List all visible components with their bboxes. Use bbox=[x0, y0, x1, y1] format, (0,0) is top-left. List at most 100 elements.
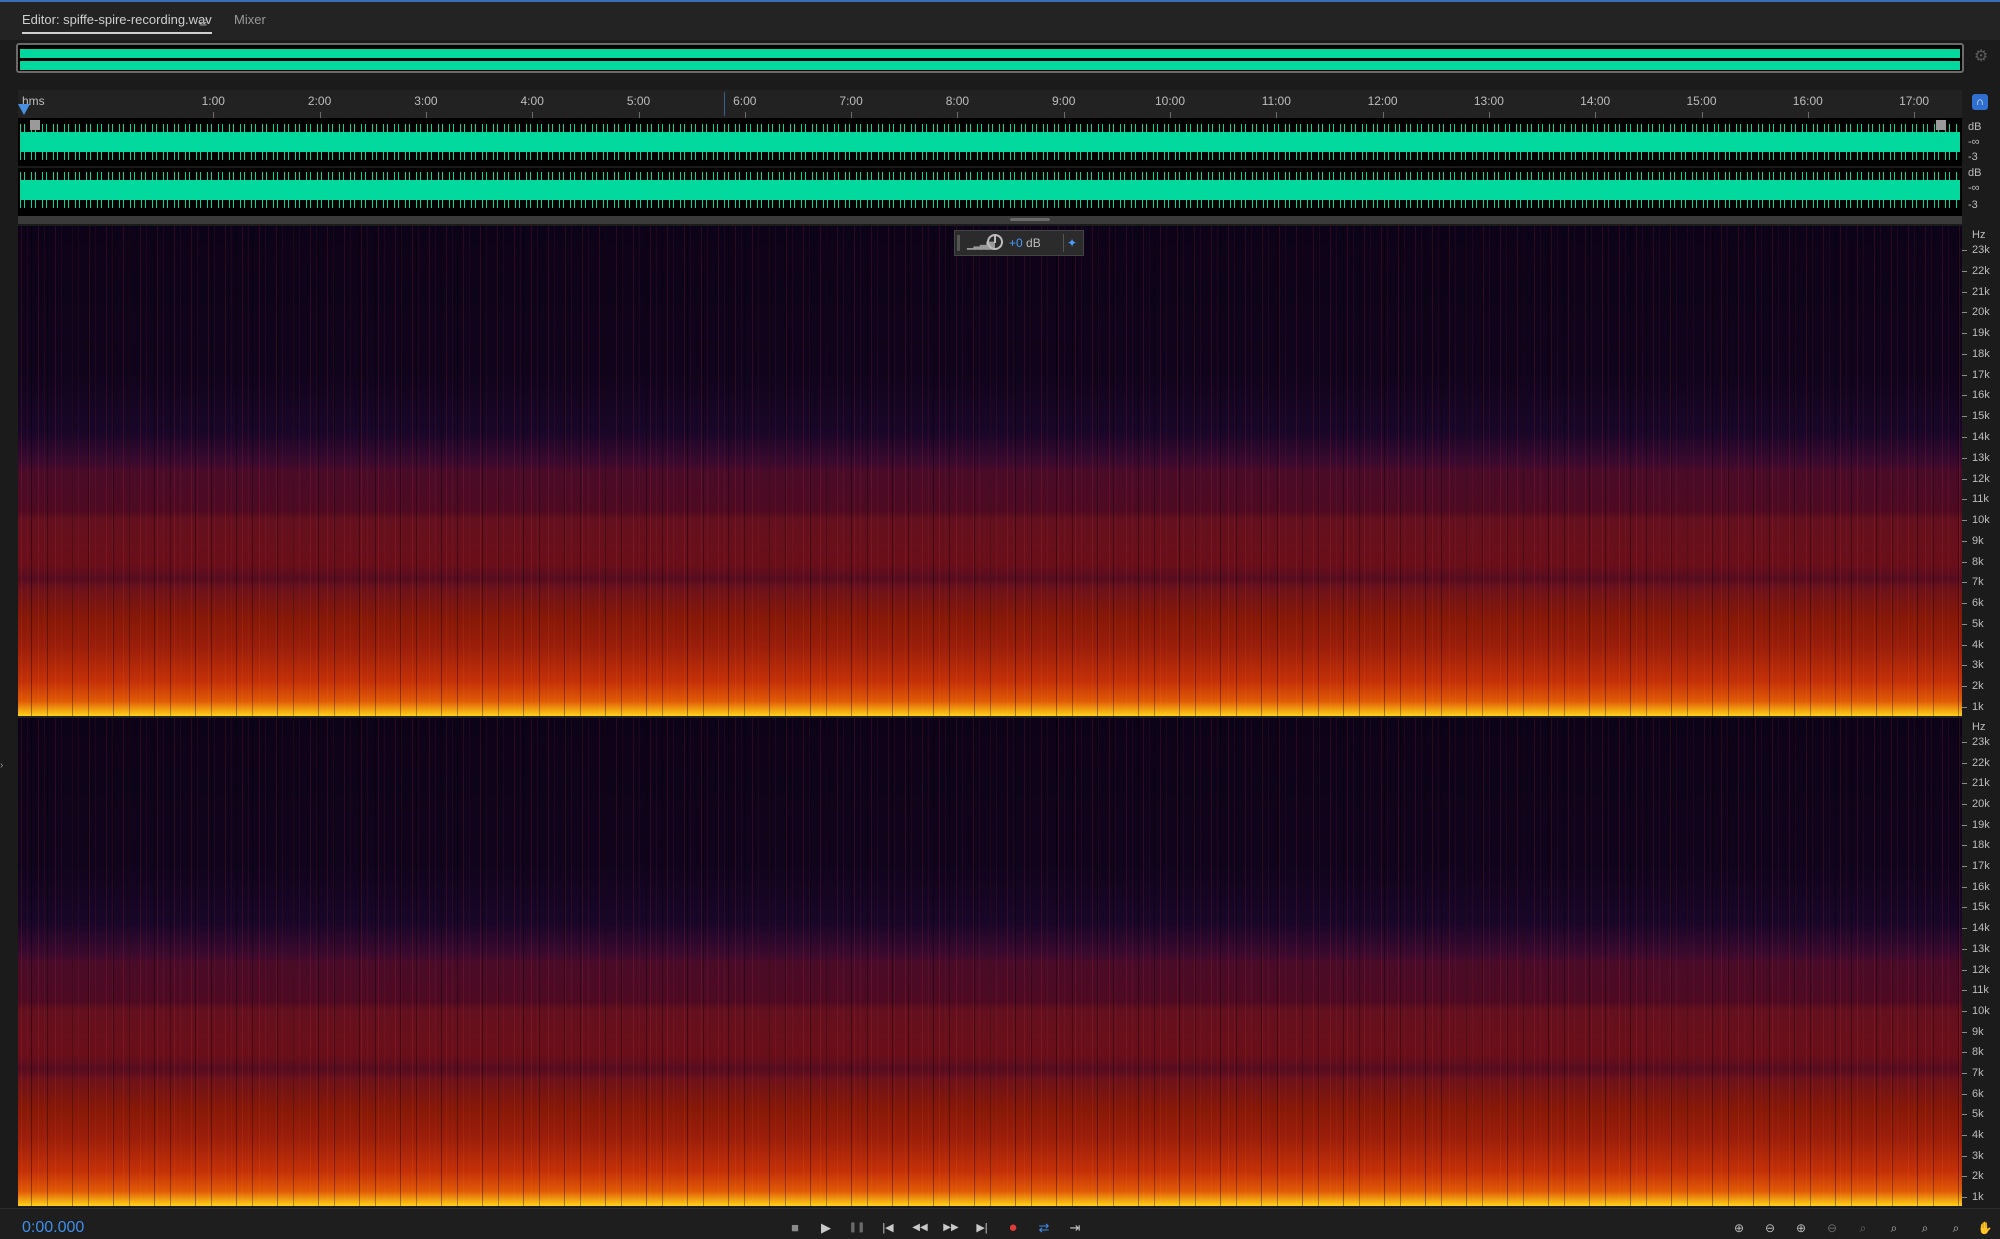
hz-tick bbox=[1962, 707, 1967, 708]
db-unit-label: dB bbox=[1968, 121, 1982, 133]
spectral-display-left[interactable] bbox=[18, 226, 1962, 716]
zoom-in-point-icon[interactable]: ⌕ bbox=[1914, 1219, 1936, 1237]
hz-tick bbox=[1962, 1072, 1967, 1074]
hz-tick bbox=[1962, 686, 1967, 688]
ruler-tick-label: 9:00 bbox=[1052, 94, 1076, 108]
panel-tab-bar: Editor: spiffe-spire-recording.wav ≡ Mix… bbox=[0, 0, 2000, 40]
volume-value[interactable]: +0 dB bbox=[1009, 236, 1041, 250]
db-minus3-label: -3 bbox=[1968, 199, 1978, 211]
hz-tick-label: 15k bbox=[1972, 901, 1990, 914]
ruler-tick-label: 6:00 bbox=[733, 94, 757, 108]
hz-tick-label: 12k bbox=[1972, 472, 1990, 485]
hz-tick bbox=[1962, 886, 1967, 888]
hz-tick-label: 20k bbox=[1972, 306, 1990, 319]
zoom-navigator-icon[interactable]: ⚙ bbox=[1972, 48, 1990, 66]
splitter-grip[interactable] bbox=[1010, 218, 1050, 221]
zoom-out-amplitude-icon[interactable]: ⊖ bbox=[1759, 1219, 1781, 1237]
zoom-out-point-icon[interactable]: ⌕ bbox=[1945, 1219, 1967, 1237]
hand-tool-icon[interactable]: ✋ bbox=[1974, 1219, 1996, 1237]
hz-tick bbox=[1962, 416, 1967, 418]
hz-scale-left: Hz 23k 22k 21k 20k 19k 18k 17k 16k 15k 14k 13k 12k 11… bbox=[1962, 226, 1998, 716]
hz-tick-label: 9k bbox=[1972, 534, 1984, 547]
fast-forward-button[interactable]: ▶▶ bbox=[939, 1219, 963, 1237]
hz-tick-label: 19k bbox=[1972, 818, 1990, 831]
collapse-panel-icon[interactable]: › bbox=[0, 760, 3, 771]
snap-icon[interactable]: ∩ bbox=[1972, 94, 1988, 110]
hz-tick-label: 14k bbox=[1972, 922, 1990, 935]
hz-tick bbox=[1962, 478, 1967, 480]
tab-mixer[interactable]: Mixer bbox=[234, 12, 266, 27]
record-button[interactable]: ● bbox=[1001, 1219, 1025, 1237]
loop-playback-button[interactable]: ⇄ bbox=[1032, 1219, 1056, 1237]
hz-tick-label: 3k bbox=[1972, 659, 1984, 672]
hz-tick-label: 17k bbox=[1972, 860, 1990, 873]
volume-knob[interactable] bbox=[987, 234, 1003, 250]
pause-button[interactable]: ❚❚ bbox=[845, 1219, 869, 1237]
ruler-tick-label: 1:00 bbox=[201, 94, 225, 108]
stop-button[interactable]: ■ bbox=[783, 1219, 807, 1237]
ruler-tick-label: 2:00 bbox=[307, 94, 332, 108]
current-time-marker bbox=[724, 92, 725, 116]
hz-tick-label: 11k bbox=[1972, 984, 1989, 997]
hz-tick bbox=[1962, 1197, 1967, 1198]
amplitude-hud[interactable]: ▁▂▃▅ +0 dB ✦ bbox=[954, 230, 1084, 256]
ruler-tick-label: 10:00 bbox=[1154, 94, 1186, 108]
hz-tick-label: 23k bbox=[1972, 244, 1990, 256]
ruler-tick-label: 8:00 bbox=[945, 94, 970, 108]
ruler-tick-label: 7:00 bbox=[839, 94, 863, 108]
hz-tick-label: 17k bbox=[1972, 368, 1990, 381]
hz-tick-label: 4k bbox=[1972, 1128, 1984, 1141]
fade-in-handle[interactable] bbox=[30, 120, 40, 130]
zoom-navigator-overview[interactable] bbox=[16, 43, 1964, 73]
hz-unit-label: Hz bbox=[1972, 229, 1986, 241]
zoom-full-icon[interactable]: ⌕ bbox=[1852, 1219, 1874, 1237]
timeline-ruler[interactable]: hms 1:00 2:00 3:00 4:00 5:00 6:00 7:00 8:00 9:00… bbox=[18, 90, 1962, 118]
hz-tick bbox=[1962, 270, 1967, 272]
hz-tick bbox=[1962, 948, 1967, 950]
hz-tick-label: 12k bbox=[1972, 963, 1990, 976]
skip-selection-button[interactable]: ⇥ bbox=[1063, 1219, 1087, 1237]
waveform-spectral-splitter[interactable] bbox=[18, 216, 1962, 224]
zoom-in-amplitude-icon[interactable]: ⊕ bbox=[1728, 1219, 1750, 1237]
go-to-end-button[interactable]: ▶| bbox=[970, 1219, 994, 1237]
hz-tick-label: 2k bbox=[1972, 1170, 1984, 1183]
pin-icon[interactable]: ✦ bbox=[1063, 234, 1080, 252]
zoom-selection-icon[interactable]: ⌕ bbox=[1883, 1219, 1905, 1237]
hz-tick-label: 23k bbox=[1972, 736, 1990, 748]
hz-tick-label: 11k bbox=[1972, 493, 1989, 506]
hz-tick-label: 19k bbox=[1972, 327, 1990, 340]
hz-tick bbox=[1962, 1052, 1967, 1054]
fade-out-handle[interactable] bbox=[1936, 120, 1946, 130]
time-display[interactable]: 0:00.000 bbox=[22, 1219, 84, 1237]
ruler-tick-label: 15:00 bbox=[1686, 94, 1717, 108]
hz-tick bbox=[1962, 1155, 1967, 1157]
hz-tick bbox=[1962, 250, 1967, 251]
hz-tick-label: 22k bbox=[1972, 756, 1990, 769]
hz-tick bbox=[1962, 623, 1967, 625]
tab-menu-icon[interactable]: ≡ bbox=[199, 14, 207, 30]
hz-tick-label: 6k bbox=[1972, 1087, 1984, 1100]
hz-tick bbox=[1962, 1176, 1967, 1178]
ruler-tick-label: 5:00 bbox=[626, 94, 651, 108]
hz-tick bbox=[1962, 804, 1967, 806]
ruler-tick-label: 11:00 bbox=[1261, 94, 1291, 108]
rewind-button[interactable]: ◀◀ bbox=[908, 1219, 932, 1237]
hz-tick bbox=[1962, 1134, 1967, 1136]
go-to-start-button[interactable]: |◀ bbox=[876, 1219, 900, 1237]
hz-tick-label: 5k bbox=[1972, 617, 1984, 630]
hz-tick bbox=[1962, 990, 1967, 992]
hz-tick bbox=[1962, 742, 1967, 743]
hz-tick-label: 14k bbox=[1972, 430, 1990, 443]
hz-tick bbox=[1962, 603, 1967, 605]
play-button[interactable]: ▶ bbox=[814, 1219, 838, 1237]
zoom-in-time-icon[interactable]: ⊕ bbox=[1790, 1219, 1812, 1237]
spectral-display-right[interactable] bbox=[18, 718, 1962, 1206]
hz-tick-label: 8k bbox=[1972, 555, 1984, 568]
playhead-handle[interactable] bbox=[18, 104, 30, 115]
hz-tick-label: 4k bbox=[1972, 638, 1984, 651]
hz-tick-label: 10k bbox=[1972, 1004, 1990, 1017]
hz-tick-label: 21k bbox=[1972, 285, 1990, 298]
zoom-out-time-icon[interactable]: ⊖ bbox=[1821, 1219, 1843, 1237]
tab-editor[interactable]: Editor: spiffe-spire-recording.wav bbox=[22, 12, 212, 34]
hud-grip[interactable] bbox=[957, 235, 960, 251]
